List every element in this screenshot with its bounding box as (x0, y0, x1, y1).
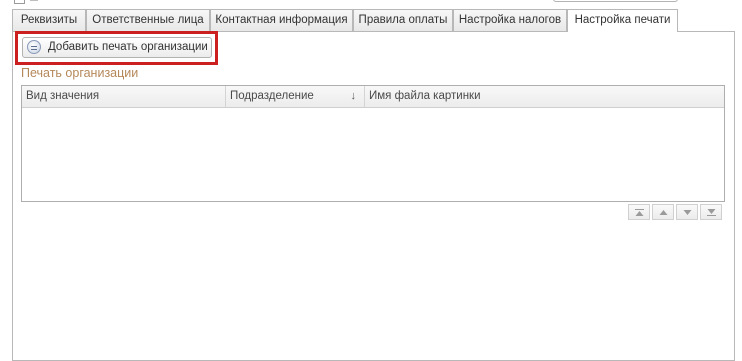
tab-print-settings[interactable]: Настройка печати (567, 9, 678, 32)
column-header-label: Подразделение (230, 90, 314, 102)
sort-arrow-down-icon: ↓ (350, 90, 357, 102)
move-last-icon (707, 209, 716, 216)
move-down-button[interactable] (676, 204, 698, 220)
column-header-label: Вид значения (26, 90, 100, 102)
tab-payment-rules[interactable]: Правила оплаты (353, 9, 453, 31)
column-header-department[interactable]: Подразделение ↓ (226, 86, 365, 107)
move-up-icon (659, 210, 668, 215)
tab-tax-settings[interactable]: Настройка налогов (453, 9, 567, 31)
table-body[interactable] (22, 108, 724, 201)
add-seal-label: Добавить печать организации (48, 41, 208, 53)
top-field[interactable] (553, 0, 678, 2)
group-title: Печать организации (21, 66, 139, 80)
add-circle-icon (27, 40, 41, 54)
add-seal-button[interactable]: Добавить печать организации (22, 37, 212, 58)
column-header-label: Имя файла картинки (369, 90, 481, 102)
top-checkbox[interactable] (14, 0, 25, 4)
column-header-image-file[interactable]: Имя файла картинки (365, 86, 724, 107)
seal-table[interactable]: Вид значения Подразделение ↓ Имя файла к… (21, 85, 725, 202)
tab-requisites[interactable]: Реквизиты (12, 9, 86, 31)
move-first-icon (635, 209, 644, 216)
move-up-button[interactable] (652, 204, 674, 220)
tab-contact-info[interactable]: Контактная информация (210, 9, 353, 31)
table-header: Вид значения Подразделение ↓ Имя файла к… (22, 86, 724, 108)
move-down-icon (683, 210, 692, 215)
column-header-value-type[interactable]: Вид значения (22, 86, 226, 107)
move-first-button[interactable] (628, 204, 650, 220)
tab-responsible-persons[interactable]: Ответственные лица (86, 9, 210, 31)
move-last-button[interactable] (700, 204, 722, 220)
top-divider (30, 0, 38, 1)
